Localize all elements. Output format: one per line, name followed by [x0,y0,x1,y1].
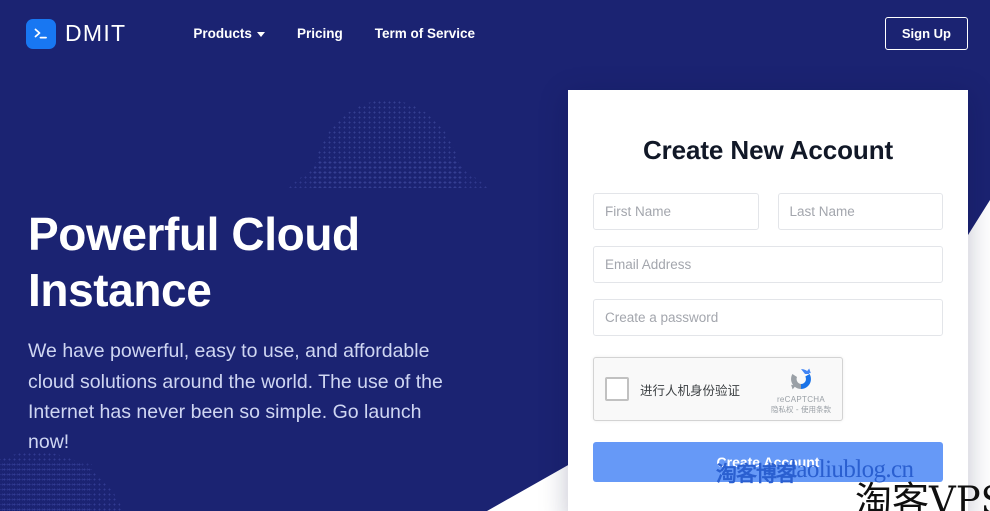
navbar-right: Sign Up [885,17,968,50]
create-account-button[interactable]: Create Account [593,442,943,482]
chevron-down-icon [257,32,265,37]
decorative-dot-grid [0,462,92,511]
email-input[interactable] [593,246,943,283]
nav-link-term-of-service[interactable]: Term of Service [375,26,475,41]
brand-name: DMIT [65,20,126,47]
card-title: Create New Account [593,90,943,166]
nav-link-products-label: Products [193,26,252,41]
hero-title: Powerful Cloud Instance [28,206,458,318]
name-row [593,193,943,230]
hero-copy: Powerful Cloud Instance We have powerful… [28,206,458,458]
brand-logo[interactable]: DMIT [26,19,126,49]
recaptcha-brand-name: reCAPTCHA [768,395,834,404]
sign-up-button[interactable]: Sign Up [885,17,968,50]
terminal-prompt-icon [26,19,56,49]
hero-subtitle: We have powerful, easy to use, and affor… [28,336,458,458]
nav-link-pricing-label: Pricing [297,26,343,41]
first-name-input[interactable] [593,193,759,230]
recaptcha-widget[interactable]: 进行人机身份验证 reCAPTCHA 隐私权 - 使用条款 [593,357,843,421]
recaptcha-icon [786,364,816,394]
nav-link-pricing[interactable]: Pricing [297,26,343,41]
recaptcha-label: 进行人机身份验证 [640,380,740,399]
recaptcha-branding: reCAPTCHA 隐私权 - 使用条款 [768,364,834,415]
signup-page: DMIT Products Pricing Term of Service Si… [0,0,990,511]
top-navbar: DMIT Products Pricing Term of Service Si… [0,0,990,67]
recaptcha-checkbox[interactable] [605,377,629,401]
create-account-card: Create New Account 进行人机身份验证 [568,90,968,511]
hero-title-line-2: Instance [28,262,458,318]
nav-link-term-of-service-label: Term of Service [375,26,475,41]
decorative-dot-arch-base [288,160,488,188]
signup-form: 进行人机身份验证 reCAPTCHA 隐私权 - 使用条款 [593,193,943,482]
password-input[interactable] [593,299,943,336]
recaptcha-terms: 隐私权 - 使用条款 [768,404,834,415]
nav-links: Products Pricing Term of Service [193,26,475,41]
hero-title-line-1: Powerful Cloud [28,206,458,262]
last-name-input[interactable] [778,193,944,230]
nav-link-products[interactable]: Products [193,26,265,41]
